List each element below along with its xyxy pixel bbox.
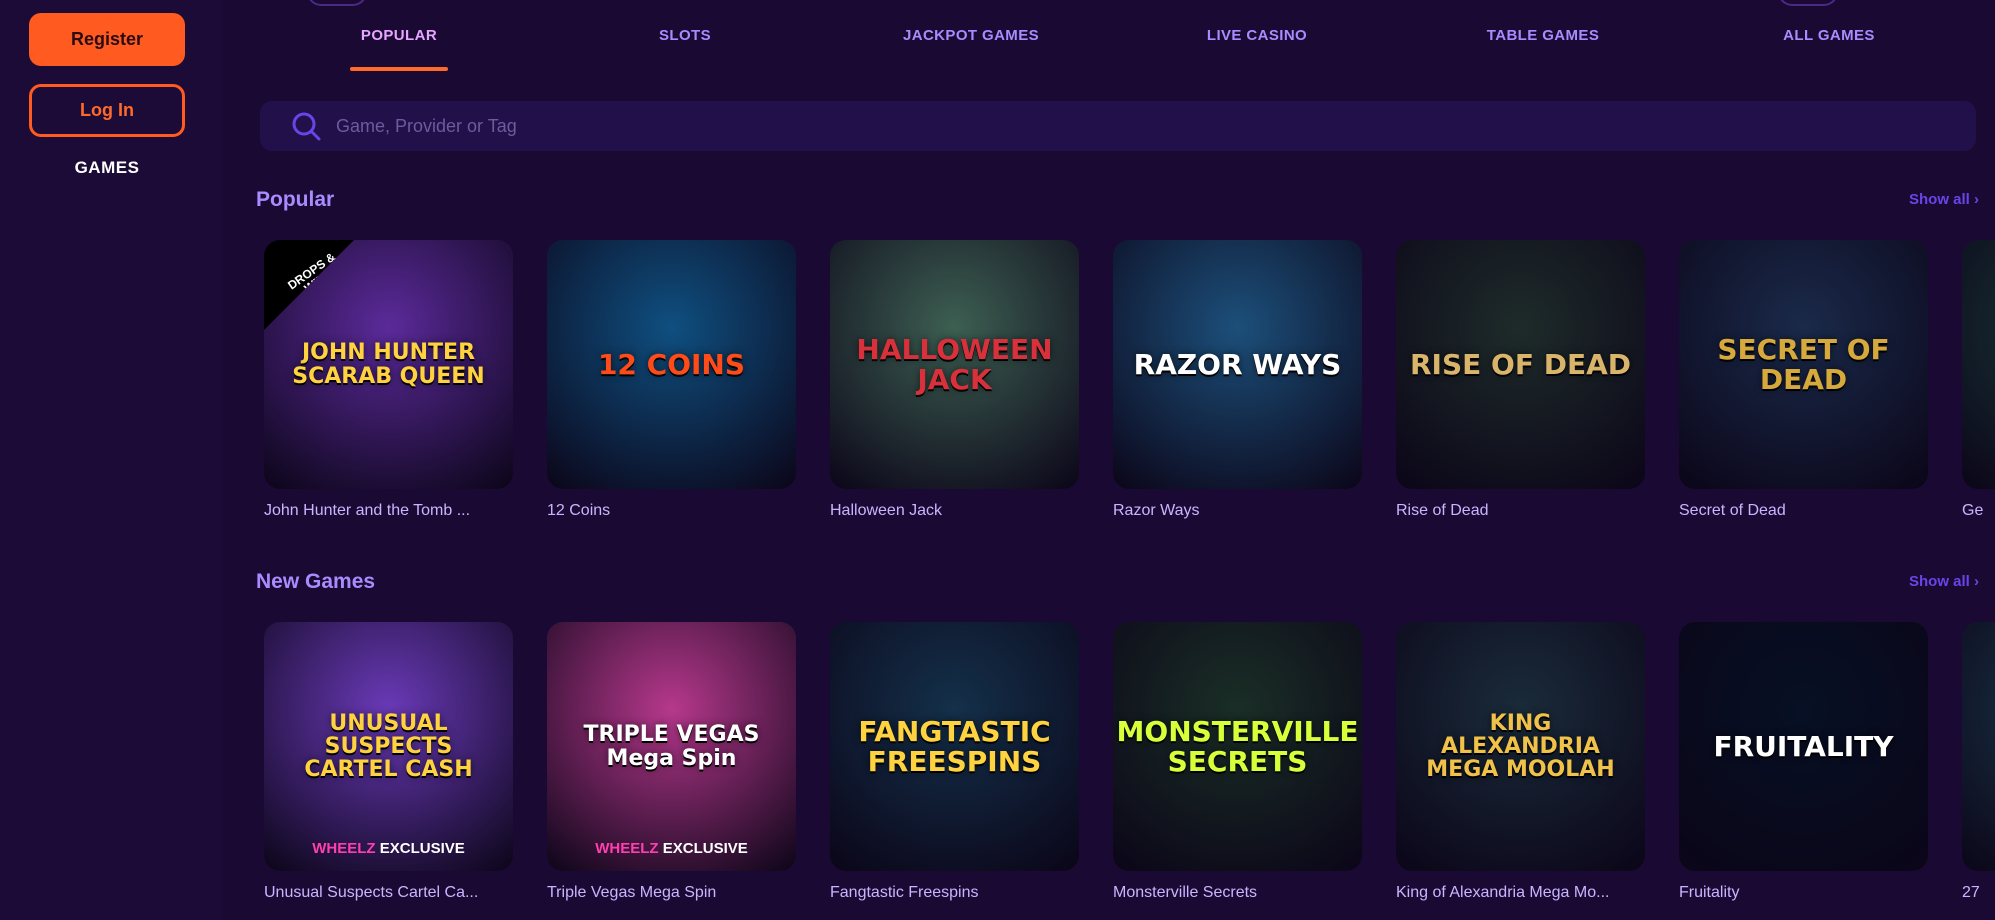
game-art-title: KING ALEXANDRIA MEGA MOOLAH [1426,710,1615,783]
game-thumbnail[interactable]: KING ALEXANDRIA MEGA MOOLAH [1396,622,1645,871]
game-thumbnail[interactable] [1962,240,1995,489]
game-thumbnail[interactable]: 12 COINS [547,240,796,489]
game-thumbnail[interactable]: RAZOR WAYS [1113,240,1362,489]
game-title[interactable]: Halloween Jack [830,502,1079,520]
game-art-title: TRIPLE VEGAS Mega Spin [583,722,760,771]
tab-decoration-icon [307,0,367,6]
game-art-title: JOHN HUNTER SCARAB QUEEN [292,340,485,389]
game-title[interactable]: Fruitality [1679,884,1928,902]
show-all-popular-link[interactable]: Show all › [1909,191,1979,208]
game-art-title: SECRET OF DEAD [1717,333,1890,396]
drops-and-wins-badge: DROPS & WINS [264,240,354,330]
search-icon [292,112,321,141]
search-bar[interactable] [260,101,1976,151]
game-card[interactable]: FRUITALITY Fruitality [1679,622,1928,902]
game-title[interactable]: King of Alexandria Mega Mo... [1396,884,1645,902]
game-card[interactable]: KING ALEXANDRIA MEGA MOOLAH King of Alexa… [1396,622,1645,902]
game-title[interactable]: Razor Ways [1113,502,1362,520]
tab-live-casino[interactable]: LIVE CASINO [1207,27,1307,44]
game-title[interactable]: Fangtastic Freespins [830,884,1079,902]
game-card[interactable]: 12 COINS 12 Coins [547,240,796,520]
game-title[interactable]: Unusual Suspects Cartel Ca... [264,884,513,902]
game-title[interactable]: John Hunter and the Tomb ... [264,502,513,520]
game-title[interactable]: 27 [1962,884,1995,902]
tab-slots[interactable]: SLOTS [659,27,711,44]
search-input[interactable] [336,115,1736,137]
game-thumbnail[interactable]: MONSTERVILLE SECRETS [1113,622,1362,871]
popular-games-row: JOHN HUNTER SCARAB QUEEN DROPS & WINS John… [264,240,1995,540]
sidebar-games-label[interactable]: GAMES [29,158,185,178]
tab-jackpot-games[interactable]: JACKPOT GAMES [903,27,1039,44]
tab-all-games[interactable]: ALL GAMES [1783,27,1875,44]
active-tab-indicator [350,67,448,71]
game-thumbnail[interactable]: UNUSUAL SUSPECTS CARTEL CASH WHEELZ EXCLU… [264,622,513,871]
wheelz-brand-text: WHEELZ [312,840,376,857]
tab-decoration-icon [1778,0,1838,6]
casino-app: Register Log In GAMES POPULAR SLOTS JACK… [0,0,1995,920]
game-art-title: 12 COINS [597,347,746,381]
game-card[interactable]: RAZOR WAYS Razor Ways [1113,240,1362,520]
game-thumbnail[interactable]: JOHN HUNTER SCARAB QUEEN DROPS & WINS [264,240,513,489]
register-button[interactable]: Register [29,13,185,66]
section-title-popular: Popular [256,188,335,211]
game-card[interactable]: UNUSUAL SUSPECTS CARTEL CASH WHEELZ EXCLU… [264,622,513,902]
game-card[interactable]: TRIPLE VEGAS Mega Spin WHEELZ EXCLUSIVE Tr… [547,622,796,902]
category-tabs: POPULAR SLOTS JACKPOT GAMES LIVE CASINO … [222,0,1995,72]
main-content: POPULAR SLOTS JACKPOT GAMES LIVE CASINO … [222,0,1995,920]
tab-table-games[interactable]: TABLE GAMES [1487,27,1599,44]
game-card[interactable]: 27 [1962,622,1995,902]
drops-and-wins-badge-text: DROPS & WINS [285,249,338,296]
game-art-title: UNUSUAL SUSPECTS CARTEL CASH [304,710,473,783]
game-art-title: HALLOWEEN JACK [856,333,1053,396]
game-art-title: FRUITALITY [1713,729,1894,763]
sidebar: Register Log In GAMES [0,0,222,920]
game-title[interactable]: Rise of Dead [1396,502,1645,520]
wheelz-exclusive-text: EXCLUSIVE [379,840,465,857]
wheelz-exclusive-text: EXCLUSIVE [662,840,748,857]
game-art-title: RISE OF DEAD [1410,347,1631,381]
game-title[interactable]: Ge [1962,502,1995,520]
login-button[interactable]: Log In [29,84,185,137]
game-thumbnail[interactable]: FANGTASTIC FREESPINS [830,622,1079,871]
game-card[interactable]: FANGTASTIC FREESPINS Fangtastic Freespins [830,622,1079,902]
game-card[interactable]: RISE OF DEAD Rise of Dead [1396,240,1645,520]
game-thumbnail[interactable]: HALLOWEEN JACK [830,240,1079,489]
game-card[interactable]: Ge [1962,240,1995,520]
tab-popular[interactable]: POPULAR [361,27,437,44]
game-thumbnail[interactable]: RISE OF DEAD [1396,240,1645,489]
game-title[interactable]: Triple Vegas Mega Spin [547,884,796,902]
game-card[interactable]: HALLOWEEN JACK Halloween Jack [830,240,1079,520]
wheelz-exclusive-badge: WHEELZ EXCLUSIVE [264,840,513,857]
game-title[interactable]: Monsterville Secrets [1113,884,1362,902]
game-thumbnail[interactable]: SECRET OF DEAD [1679,240,1928,489]
game-art-title: RAZOR WAYS [1133,347,1342,381]
game-card[interactable]: MONSTERVILLE SECRETS Monsterville Secrets [1113,622,1362,902]
game-art-title: FANGTASTIC FREESPINS [858,715,1051,778]
wheelz-exclusive-badge: WHEELZ EXCLUSIVE [547,840,796,857]
game-thumbnail[interactable]: TRIPLE VEGAS Mega Spin WHEELZ EXCLUSIVE [547,622,796,871]
game-title[interactable]: 12 Coins [547,502,796,520]
new-games-row: UNUSUAL SUSPECTS CARTEL CASH WHEELZ EXCLU… [264,622,1995,920]
show-all-new-games-link[interactable]: Show all › [1909,573,1979,590]
game-card[interactable]: JOHN HUNTER SCARAB QUEEN DROPS & WINS John… [264,240,513,520]
game-thumbnail[interactable]: FRUITALITY [1679,622,1928,871]
game-title[interactable]: Secret of Dead [1679,502,1928,520]
section-title-new-games: New Games [256,570,376,593]
game-thumbnail[interactable] [1962,622,1995,871]
wheelz-brand-text: WHEELZ [595,840,659,857]
game-art-title: MONSTERVILLE SECRETS [1116,715,1359,778]
game-card[interactable]: SECRET OF DEAD Secret of Dead [1679,240,1928,520]
